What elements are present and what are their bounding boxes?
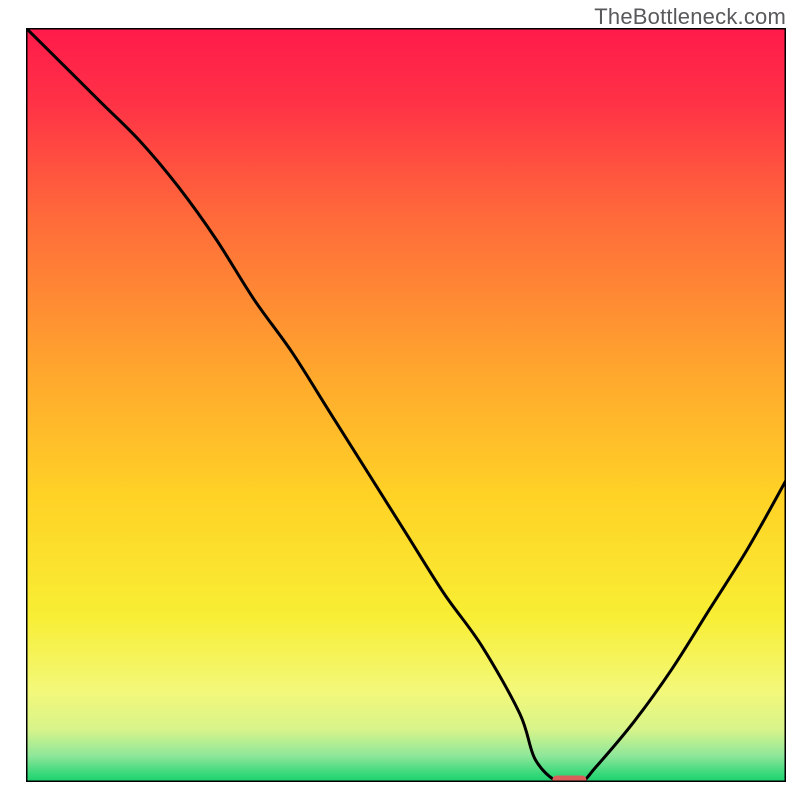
watermark-text: TheBottleneck.com	[594, 4, 786, 30]
optimal-marker	[552, 775, 586, 784]
bottleneck-chart	[0, 0, 800, 800]
plot-area	[26, 28, 786, 785]
chart-container: TheBottleneck.com	[0, 0, 800, 800]
